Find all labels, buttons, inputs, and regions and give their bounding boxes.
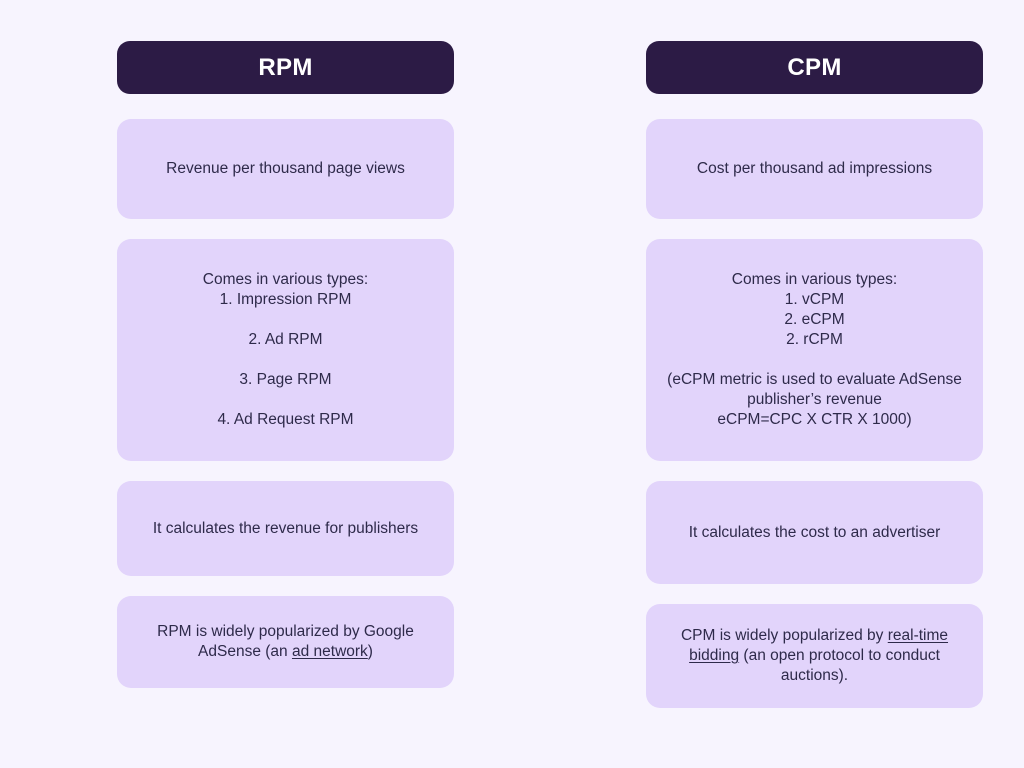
card-cpm-popularized-text: CPM is widely popularized by real-time b… [664,626,965,686]
card-rpm-popularized: RPM is widely popularized by Google AdSe… [117,596,454,688]
column-rpm: RPM Revenue per thousand page views Come… [117,41,454,708]
column-header-cpm: CPM [646,41,983,94]
column-cpm: CPM Cost per thousand ad impressions Com… [646,41,983,728]
ad-network-link[interactable]: ad network [292,643,368,660]
card-cpm-types-text: Comes in various types: 1. vCPM 2. eCPM … [667,271,962,428]
card-cpm-popularized: CPM is widely popularized by real-time b… [646,604,983,708]
card-rpm-popularized-suffix: ) [367,643,373,660]
card-rpm-definition: Revenue per thousand page views [117,119,454,219]
column-header-cpm-label: CPM [787,53,842,81]
card-rpm-types: Comes in various types: 1. Impression RP… [117,239,454,461]
column-header-rpm: RPM [117,41,454,94]
card-cpm-definition-text: Cost per thousand ad impressions [696,160,933,177]
card-cpm-popularized-prefix: CPM is widely popularized by [680,627,888,644]
card-rpm-definition-text: Revenue per thousand page views [166,160,405,177]
rpm-cpm-comparison-diagram: RPM Revenue per thousand page views Come… [0,0,1024,768]
card-cpm-definition: Cost per thousand ad impressions [646,119,983,219]
card-cpm-calculates-text: It calculates the cost to an advertiser [688,523,941,541]
column-header-rpm-label: RPM [258,53,313,81]
card-cpm-calculates: It calculates the cost to an advertiser [646,481,983,584]
card-rpm-types-text: Comes in various types: 1. Impression RP… [202,271,369,428]
card-rpm-popularized-text: RPM is widely popularized by Google AdSe… [135,622,436,662]
card-rpm-calculates: It calculates the revenue for publishers [117,481,454,576]
card-rpm-calculates-text: It calculates the revenue for publishers [152,519,419,537]
card-cpm-types: Comes in various types: 1. vCPM 2. eCPM … [646,239,983,461]
card-rpm-popularized-prefix: RPM is widely popularized by Google AdSe… [157,623,414,660]
card-cpm-popularized-suffix: (an open protocol to conduct auctions). [739,647,940,684]
